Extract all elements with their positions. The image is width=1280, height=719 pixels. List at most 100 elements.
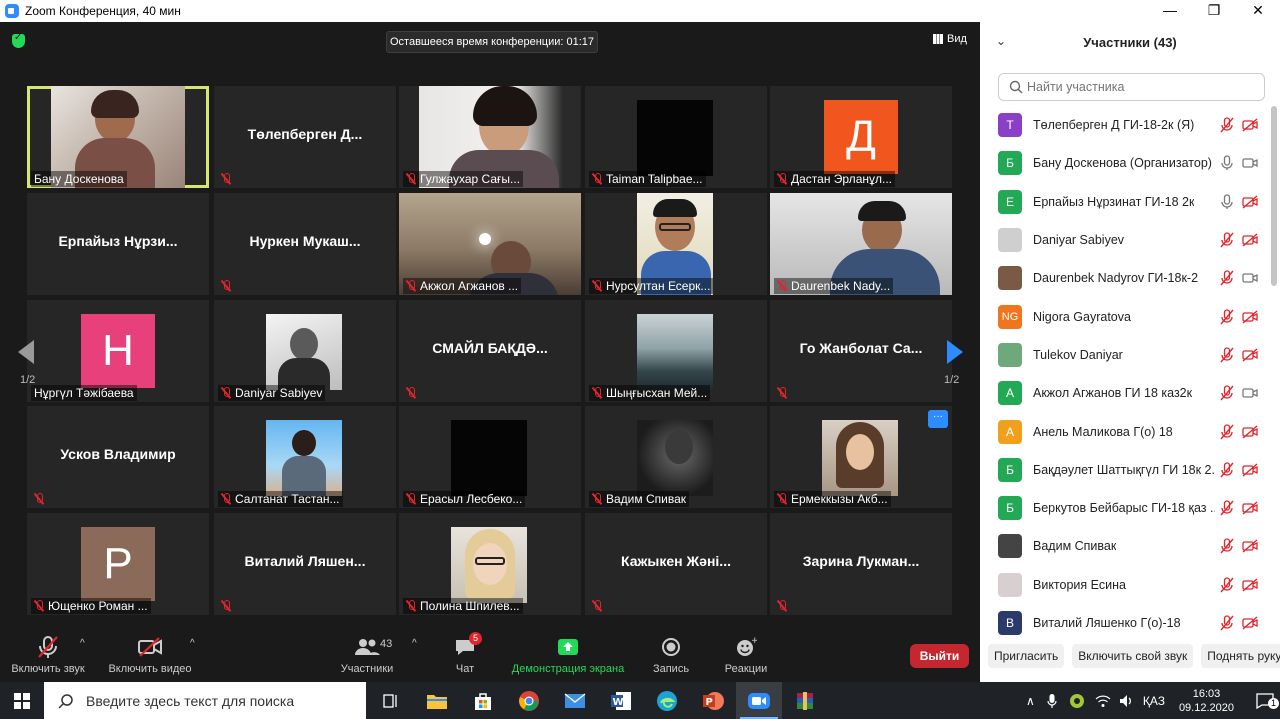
video-tile[interactable]: СМАЙЛ БАҚДӘ... (399, 300, 581, 402)
start-video-button[interactable]: Включить видео (106, 632, 194, 675)
mic-muted-icon[interactable] (1220, 500, 1234, 516)
video-tile[interactable]: P Ющенко Роман ... (27, 513, 209, 615)
notifications-button[interactable]: 1 (1250, 682, 1280, 719)
video-tile[interactable]: Салтанат Тастан... (214, 406, 396, 508)
video-tile[interactable]: Виталий Ляшен... (214, 513, 396, 615)
kaspersky-icon[interactable] (1069, 693, 1085, 709)
video-tile[interactable]: Усков Владимир (27, 406, 209, 508)
participant-row[interactable]: Виктория Есина (980, 566, 1270, 604)
video-tile[interactable]: Полина Шпилев... (399, 513, 581, 615)
video-tile[interactable]: Зарина Лукман... (770, 513, 952, 615)
video-tile[interactable]: Ермеккызы Акб... (770, 406, 952, 508)
minimize-button[interactable]: — (1148, 0, 1192, 22)
video-tile[interactable]: Гулжаухар Сағы... (399, 86, 581, 188)
participant-row[interactable]: Вадим Спивак (980, 527, 1270, 565)
camera-off-icon[interactable] (1242, 310, 1258, 324)
unmute-button[interactable]: Включить звук (8, 632, 88, 675)
participant-search-box[interactable] (998, 73, 1265, 101)
mic-muted-icon[interactable] (1220, 347, 1234, 363)
participant-row[interactable]: Б Бану Доскенова (Организатор) (980, 144, 1270, 182)
mic-muted-icon[interactable] (1220, 232, 1234, 248)
taskbar-word[interactable]: W (598, 682, 644, 719)
leave-button[interactable]: Выйти (910, 644, 969, 668)
camera-off-icon[interactable] (1242, 539, 1258, 553)
taskbar-store[interactable] (460, 682, 506, 719)
participant-row[interactable]: Tulekov Daniyar (980, 336, 1270, 374)
camera-off-icon[interactable] (1242, 195, 1258, 209)
audio-options-caret-icon[interactable]: ^ (80, 638, 85, 649)
video-tile[interactable]: Taiman Talipbae... (585, 86, 767, 188)
more-options-button[interactable]: ··· (928, 410, 948, 428)
mic-muted-icon[interactable] (1220, 308, 1234, 325)
video-tile[interactable]: Нуркен Мукаш... (214, 193, 396, 295)
taskbar-chrome[interactable] (506, 682, 552, 719)
video-tile[interactable]: Ерасыл Лесбеко... (399, 406, 581, 508)
taskbar-zoom[interactable] (736, 682, 782, 719)
camera-icon[interactable] (1242, 156, 1258, 170)
prev-page-arrow-icon[interactable] (18, 340, 34, 364)
video-tile[interactable]: Н Нұргүл Тәжібаева (27, 300, 209, 402)
mic-muted-icon[interactable] (1220, 117, 1234, 133)
participant-row[interactable]: Б Бақдәулет Шаттықгүл ГИ 18к 2... (980, 451, 1270, 489)
video-tile[interactable]: Д Дастан Эрланұл... (770, 86, 952, 188)
participant-row[interactable]: А Акжол Агжанов ГИ 18 каз2к (980, 374, 1270, 412)
participant-row[interactable]: Е Ерпайыз Нұрзинат ГИ-18 2к (980, 183, 1270, 221)
restore-button[interactable]: ❐ (1192, 0, 1236, 22)
video-tile[interactable]: Акжол Агжанов ... (399, 193, 581, 295)
mic-muted-icon[interactable] (1220, 615, 1234, 631)
video-tile[interactable]: Го Жанболат Са... (770, 300, 952, 402)
start-button[interactable] (0, 682, 44, 719)
taskbar-winrar[interactable] (782, 682, 828, 719)
share-screen-button[interactable]: Демонстрация экрана (508, 632, 628, 675)
video-tile[interactable]: Daurenbek Nady... (770, 193, 952, 295)
view-button[interactable]: Вид (933, 33, 967, 45)
video-options-caret-icon[interactable]: ^ (190, 638, 195, 649)
participant-row[interactable]: Б Беркутов Бейбарыс ГИ-18 қаз ... (980, 489, 1270, 527)
video-tile[interactable]: Нурсултан Есерк... (585, 193, 767, 295)
camera-off-icon[interactable] (1242, 233, 1258, 247)
video-tile[interactable]: Daniyar Sabiyev (214, 300, 396, 402)
reactions-button[interactable]: + Реакции (722, 632, 770, 675)
volume-icon[interactable] (1119, 694, 1135, 708)
raise-hand-button[interactable]: Поднять руку (1201, 644, 1280, 668)
taskbar-clock[interactable]: 16:03 09.12.2020 (1179, 687, 1234, 715)
camera-off-icon[interactable] (1242, 501, 1258, 515)
chat-button[interactable]: 5 Чат (445, 632, 485, 675)
language-indicator[interactable]: ҚАЗ (1143, 694, 1165, 708)
camera-icon[interactable] (1242, 271, 1258, 285)
camera-off-icon[interactable] (1242, 616, 1258, 630)
taskbar-search-box[interactable]: Введите здесь текст для поиска (44, 682, 366, 719)
video-tile[interactable]: Ерпайыз Нұрзи... (27, 193, 209, 295)
participant-list-scrollbar[interactable] (1271, 106, 1277, 286)
mic-icon[interactable] (1220, 194, 1234, 210)
camera-icon[interactable] (1242, 386, 1258, 400)
video-tile[interactable]: Вадим Спивак (585, 406, 767, 508)
close-button[interactable]: ✕ (1236, 0, 1280, 22)
participants-options-caret-icon[interactable]: ^ (412, 638, 417, 649)
video-tile[interactable]: Бану Доскенова (27, 86, 209, 188)
camera-off-icon[interactable] (1242, 578, 1258, 592)
taskbar-edge[interactable] (644, 682, 690, 719)
shield-icon[interactable] (12, 32, 25, 48)
unmute-me-button[interactable]: Включить свой звук (1072, 644, 1194, 668)
mic-muted-icon[interactable] (1220, 577, 1234, 593)
mic-icon[interactable] (1220, 155, 1234, 171)
participant-search-input[interactable] (1027, 80, 1257, 94)
participant-row[interactable]: Daurenbek Nadyrov ГИ-18к-2 (980, 259, 1270, 297)
participant-row[interactable]: А Анель Маликова Г(о) 18 (980, 412, 1270, 450)
mic-muted-icon[interactable] (1220, 270, 1234, 286)
tray-overflow-chevron-up-icon[interactable]: ∧ (1026, 694, 1035, 708)
participant-row[interactable]: Т Төлепберген Д ГИ-18-2к (Я) (980, 106, 1270, 144)
taskbar-file-explorer[interactable] (414, 682, 460, 719)
mic-muted-icon[interactable] (1220, 385, 1234, 401)
record-button[interactable]: Запись (648, 632, 694, 675)
video-tile[interactable]: Шыңғысхан Мей... (585, 300, 767, 402)
mic-muted-icon[interactable] (1220, 538, 1234, 554)
video-tile[interactable]: Кажыкен Жәні... (585, 513, 767, 615)
mic-muted-icon[interactable] (1220, 462, 1234, 478)
network-icon[interactable] (1095, 694, 1111, 708)
video-tile[interactable]: Төлепберген Д... (214, 86, 396, 188)
participant-row[interactable]: В Виталий Ляшенко Г(о)-18 (980, 604, 1270, 642)
next-page-arrow-icon[interactable] (947, 340, 963, 364)
microphone-icon[interactable] (1047, 693, 1057, 709)
